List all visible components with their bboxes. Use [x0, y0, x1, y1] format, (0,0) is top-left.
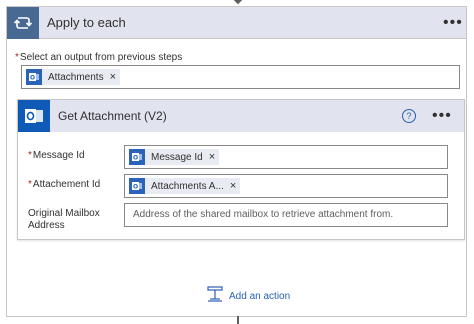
token-remove-icon[interactable]: × [110, 71, 116, 83]
message-id-token[interactable]: O Message Id × [129, 149, 220, 165]
action-more-options-icon[interactable]: ••• [432, 108, 452, 124]
outlook-icon: O [26, 69, 42, 85]
get-attachment-card: Get Attachment (V2) ? ••• *Message Id O … [17, 99, 465, 240]
original-mailbox-label-line1: Original Mailbox [28, 208, 100, 219]
original-mailbox-label-line2: Address [28, 220, 65, 231]
required-marker: * [28, 150, 32, 161]
original-mailbox-label: Original Mailbox Address [28, 208, 100, 232]
attachments-token[interactable]: O Attachments × [26, 69, 121, 85]
attachment-id-label: *Attachement Id [28, 179, 100, 190]
attachments-token-label: Attachments [48, 71, 104, 83]
add-action-label: Add an action [229, 291, 291, 302]
apply-to-each-header[interactable]: Apply to each ••• [7, 7, 466, 39]
svg-text:O: O [133, 184, 138, 191]
message-id-field[interactable]: O Message Id × [124, 145, 448, 169]
message-id-label-text: Message Id [32, 150, 85, 161]
flow-canvas: Apply to each ••• *Select an output from… [0, 0, 474, 324]
svg-text:O: O [30, 75, 35, 82]
required-marker: * [28, 179, 32, 190]
get-attachment-title: Get Attachment (V2) [58, 109, 167, 123]
attachment-id-field[interactable]: O Attachments A... × [124, 174, 448, 198]
attachment-id-label-text: Attachement Id [32, 179, 101, 190]
loop-icon [7, 7, 39, 39]
select-output-label: *Select an output from previous steps [15, 52, 182, 63]
select-output-label-text: Select an output from previous steps [19, 52, 183, 63]
select-output-field[interactable]: O Attachments × [21, 65, 460, 89]
svg-text:O: O [133, 155, 138, 162]
apply-to-each-card: Apply to each ••• *Select an output from… [6, 6, 467, 317]
help-icon[interactable]: ? [402, 109, 416, 123]
add-action-button[interactable]: Add an action [207, 286, 290, 307]
message-id-token-label: Message Id [151, 151, 203, 163]
original-mailbox-placeholder: Address of the shared mailbox to retriev… [133, 209, 394, 220]
outlook-icon: O [129, 178, 145, 194]
original-mailbox-field[interactable]: Address of the shared mailbox to retriev… [124, 203, 448, 227]
loop-more-options-icon[interactable]: ••• [443, 15, 463, 31]
required-marker: * [15, 52, 19, 63]
outlook-icon: O [129, 149, 145, 165]
get-attachment-header[interactable]: Get Attachment (V2) ? ••• [18, 100, 464, 132]
token-remove-icon[interactable]: × [209, 151, 215, 163]
token-remove-icon[interactable]: × [230, 180, 236, 192]
attachments-a-token[interactable]: O Attachments A... × [129, 178, 241, 194]
flow-connector-bottom [237, 316, 239, 324]
message-id-label: *Message Id [28, 150, 85, 161]
apply-to-each-title: Apply to each [47, 15, 126, 30]
attachments-a-token-label: Attachments A... [151, 180, 224, 192]
add-action-icon [207, 286, 223, 307]
outlook-icon [18, 100, 50, 132]
